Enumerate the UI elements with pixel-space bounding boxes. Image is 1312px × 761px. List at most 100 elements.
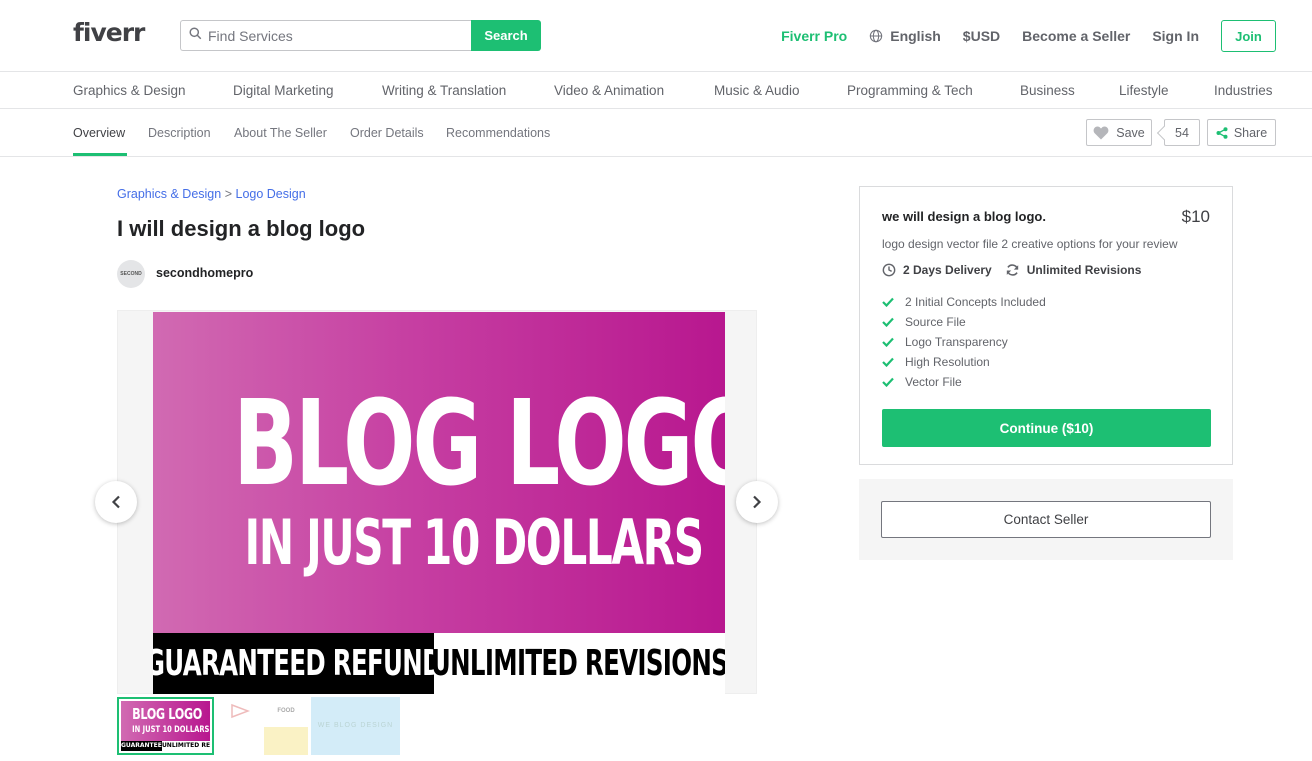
feature-item: Vector File	[882, 372, 1046, 392]
feature-label: Vector File	[905, 375, 962, 389]
sign-in-link[interactable]: Sign In	[1152, 28, 1199, 44]
image-bar-right-text: UNLIMITED REVISIONS	[430, 643, 725, 684]
gallery-next-button[interactable]	[736, 481, 778, 523]
top-header: fiverr Search Fiverr Pro English $USD Be…	[0, 0, 1312, 72]
thumbnail-3[interactable]: WE BLOG DESIGN	[311, 697, 400, 755]
feature-label: High Resolution	[905, 355, 990, 369]
image-headline: BLOG LOGO	[233, 374, 725, 512]
thumbnail-2-logo-b: FOOD	[277, 708, 295, 714]
fiverr-pro-link[interactable]: Fiverr Pro	[781, 28, 847, 44]
breadcrumb-graphics-design[interactable]: Graphics & Design	[117, 187, 221, 201]
contact-seller-button[interactable]: Contact Seller	[881, 501, 1211, 538]
tab-overview[interactable]: Overview	[73, 126, 125, 140]
share-label: Share	[1233, 125, 1268, 140]
feature-item: High Resolution	[882, 352, 1046, 372]
chevron-left-icon	[111, 495, 121, 509]
search-bar: Search	[180, 20, 541, 51]
feature-label: 2 Initial Concepts Included	[905, 295, 1046, 309]
breadcrumb-logo-design[interactable]: Logo Design	[236, 187, 306, 201]
thumbnail-1-headline: BLOG LOGO	[132, 705, 202, 723]
image-bar-left-text: GUARANTEED REFUND	[153, 643, 443, 684]
thumbnail-1[interactable]: BLOG LOGO IN JUST 10 DOLLARS GUARANTEED …	[117, 697, 214, 755]
active-tab-indicator	[73, 153, 127, 156]
tab-recommendations[interactable]: Recommendations	[446, 126, 550, 140]
tab-order-details[interactable]: Order Details	[350, 126, 424, 140]
category-lifestyle[interactable]: Lifestyle	[1119, 83, 1169, 98]
category-music-audio[interactable]: Music & Audio	[714, 83, 800, 98]
package-meta: 2 Days Delivery Unlimited Revisions	[882, 263, 1154, 277]
clock-icon	[882, 263, 896, 277]
thumbnail-2[interactable]: FOOD	[218, 697, 308, 755]
chevron-right-icon	[752, 495, 762, 509]
thumbnail-1-bar-left: GUARANTEED REFUND	[121, 741, 162, 751]
become-seller-link[interactable]: Become a Seller	[1022, 28, 1130, 44]
package-title: we will design a blog logo.	[882, 209, 1046, 224]
search-box	[180, 20, 471, 51]
check-icon	[882, 377, 894, 387]
feature-item: 2 Initial Concepts Included	[882, 292, 1046, 312]
save-count: 54	[1164, 119, 1200, 146]
package-features: 2 Initial Concepts Included Source File …	[882, 292, 1046, 392]
gallery-main-image[interactable]: BLOG LOGO IN JUST 10 DOLLARS GUARANTEED …	[153, 312, 725, 694]
package-card: we will design a blog logo. $10 logo des…	[859, 186, 1233, 465]
search-input[interactable]	[208, 27, 471, 44]
search-button[interactable]: Search	[471, 20, 541, 51]
save-button[interactable]: Save	[1086, 119, 1152, 146]
category-writing-translation[interactable]: Writing & Translation	[382, 83, 506, 98]
currency-selector[interactable]: $USD	[963, 28, 1000, 44]
thumbnail-1-subheadline: IN JUST 10 DOLLARS	[132, 725, 210, 735]
feature-label: Source File	[905, 315, 966, 329]
join-button[interactable]: Join	[1221, 20, 1276, 52]
language-label: English	[890, 28, 941, 44]
feature-item: Logo Transparency	[882, 332, 1046, 352]
save-label: Save	[1116, 125, 1145, 140]
check-icon	[882, 317, 894, 327]
seller-avatar[interactable]: SECOND	[117, 260, 145, 288]
continue-button[interactable]: Continue ($10)	[882, 409, 1211, 447]
gig-title: I will design a blog logo	[117, 216, 366, 241]
breadcrumb: Graphics & Design > Logo Design	[117, 187, 306, 201]
revisions-label: Unlimited Revisions	[1026, 263, 1142, 277]
check-icon	[882, 297, 894, 307]
language-selector[interactable]: English	[869, 28, 941, 44]
check-icon	[882, 337, 894, 347]
thumbnail-2-logo-d	[264, 727, 308, 755]
package-description: logo design vector file 2 creative optio…	[882, 237, 1178, 251]
delivery-label: 2 Days Delivery	[903, 263, 992, 277]
share-button[interactable]: Share	[1207, 119, 1276, 146]
image-bar-left: GUARANTEED REFUND	[153, 633, 443, 694]
category-video-animation[interactable]: Video & Animation	[554, 83, 664, 98]
search-icon	[189, 26, 202, 45]
thumbnail-2-logo-c	[218, 727, 262, 755]
category-menu: Graphics & Design Digital Marketing Writ…	[0, 72, 1312, 109]
contact-panel: Contact Seller	[859, 479, 1233, 560]
thumbnail-1-top: BLOG LOGO IN JUST 10 DOLLARS	[121, 701, 210, 741]
feature-label: Logo Transparency	[905, 335, 1008, 349]
thumbnail-2-logo-a	[218, 697, 262, 725]
gallery-prev-button[interactable]	[95, 481, 137, 523]
category-digital-marketing[interactable]: Digital Marketing	[233, 83, 334, 98]
tab-about-seller[interactable]: About The Seller	[234, 126, 327, 140]
category-business[interactable]: Business	[1020, 83, 1075, 98]
category-programming-tech[interactable]: Programming & Tech	[847, 83, 973, 98]
fiverr-logo[interactable]: fiverr	[73, 18, 145, 47]
package-price: $10	[1181, 207, 1210, 226]
revisions-info: Unlimited Revisions	[1005, 263, 1142, 277]
thumbnail-1-bar: GUARANTEED REFUND UNLIMITED REVISIONS	[121, 741, 210, 751]
delivery-info: 2 Days Delivery	[882, 263, 992, 277]
heart-icon	[1093, 126, 1109, 140]
refresh-icon	[1006, 264, 1018, 276]
check-icon	[882, 357, 894, 367]
header-nav: Fiverr Pro English $USD Become a Seller …	[759, 20, 1276, 52]
globe-icon	[869, 29, 883, 43]
thumbnail-1-bar-right: UNLIMITED REVISIONS	[161, 741, 210, 751]
image-subheadline: IN JUST 10 DOLLARS	[244, 506, 705, 579]
seller-name[interactable]: secondhomepro	[156, 266, 253, 280]
tab-description[interactable]: Description	[148, 126, 211, 140]
breadcrumb-separator: >	[224, 187, 233, 201]
image-bar-right: UNLIMITED REVISIONS	[430, 633, 725, 694]
gig-gallery: BLOG LOGO IN JUST 10 DOLLARS GUARANTEED …	[117, 310, 757, 694]
category-graphics-design[interactable]: Graphics & Design	[73, 83, 186, 98]
feature-item: Source File	[882, 312, 1046, 332]
category-industries[interactable]: Industries	[1214, 83, 1273, 98]
